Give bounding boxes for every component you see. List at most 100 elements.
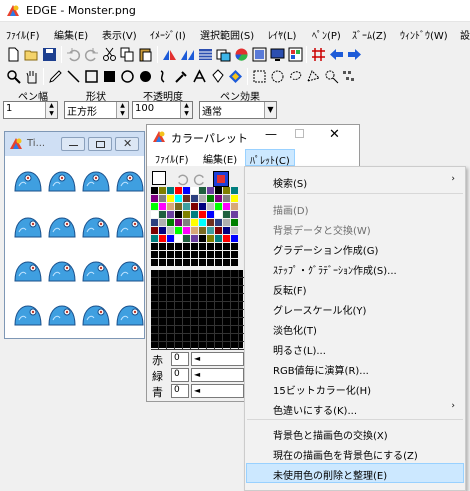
palette-empty-swatch[interactable] (199, 342, 207, 350)
palette-swatch[interactable] (215, 211, 222, 218)
palette-swatch[interactable] (215, 259, 222, 266)
menu-item-lighten[interactable]: 淡色化(T) (273, 322, 317, 337)
next-frame-button[interactable] (346, 46, 363, 63)
palette-swatch[interactable] (231, 243, 238, 250)
replace-color-tool[interactable] (227, 68, 244, 85)
blue-slider[interactable]: ◄ (191, 384, 244, 398)
palette-empty-swatch[interactable] (175, 318, 183, 326)
palette-swatch[interactable] (175, 195, 182, 202)
palette-toggle-button[interactable] (287, 46, 304, 63)
palette-swatch[interactable] (215, 203, 222, 210)
palette-swatch[interactable] (175, 235, 182, 242)
redo-icon[interactable] (193, 172, 207, 186)
palette-empty-swatch[interactable] (223, 334, 231, 342)
rect-tool[interactable] (83, 68, 100, 85)
magic-wand-tool[interactable] (323, 68, 340, 85)
menu-edit[interactable]: 編集(E) (54, 27, 88, 42)
palette-swatch[interactable] (175, 251, 182, 258)
menu-item-set-background[interactable]: 現在の描画色を背景色にする(Z) (273, 447, 418, 462)
palette-empty-swatch[interactable] (183, 310, 191, 318)
palette-swatch[interactable] (231, 211, 238, 218)
palette-empty-swatch[interactable] (223, 310, 231, 318)
minimize-icon[interactable]: — (265, 127, 277, 141)
cut-button[interactable] (101, 46, 118, 63)
palette-empty-swatch[interactable] (167, 286, 175, 294)
palette-empty-swatch[interactable] (231, 286, 239, 294)
palette-empty-swatch[interactable] (151, 278, 159, 286)
palette-empty-swatch[interactable] (207, 334, 215, 342)
pen-effect-select[interactable]: 通常 ▼ (199, 101, 277, 119)
palette-color-grid[interactable] (151, 187, 243, 273)
new-file-button[interactable] (5, 46, 22, 63)
palette-swatch[interactable] (215, 235, 222, 242)
view-button[interactable] (269, 46, 286, 63)
prev-frame-button[interactable] (328, 46, 345, 63)
menu-pen[interactable]: ﾍﾟﾝ(P) (312, 27, 341, 42)
palette-swatch[interactable] (191, 243, 198, 250)
palette-empty-swatch[interactable] (199, 270, 207, 278)
palette-empty-swatch[interactable] (199, 310, 207, 318)
palette-empty-swatch[interactable] (223, 326, 231, 334)
palette-swatch[interactable] (191, 235, 198, 242)
palette-swatch[interactable] (223, 259, 230, 266)
palette-empty-swatch[interactable] (207, 318, 215, 326)
palette-empty-swatch[interactable] (191, 310, 199, 318)
palette-empty-swatch[interactable] (151, 326, 159, 334)
palette-swatch[interactable] (223, 203, 230, 210)
palette-swatch[interactable] (207, 235, 214, 242)
palette-swatch[interactable] (207, 227, 214, 234)
maximize-icon[interactable] (295, 129, 304, 138)
palette-empty-swatch[interactable] (175, 342, 183, 350)
palette-swatch[interactable] (191, 251, 198, 258)
palette-swatch[interactable] (231, 187, 238, 194)
palette-swatch[interactable] (151, 219, 158, 226)
palette-swatch[interactable] (151, 195, 158, 202)
ellipse-tool[interactable] (119, 68, 136, 85)
pen-width-spinner[interactable]: 1 ▲ ▼ (3, 101, 58, 119)
palette-swatch[interactable] (167, 235, 174, 242)
palette-empty-swatch[interactable] (223, 318, 231, 326)
menu-item-invert[interactable]: 反転(F) (273, 282, 307, 297)
palette-swatch[interactable] (183, 235, 190, 242)
palette-empty-swatch[interactable] (231, 310, 239, 318)
palette-empty-swatch[interactable] (159, 286, 167, 294)
palette-empty-swatch[interactable] (215, 286, 223, 294)
palette-swatch[interactable] (231, 227, 238, 234)
palette-swatch[interactable] (167, 203, 174, 210)
palette-empty-swatch[interactable] (207, 270, 215, 278)
menu-window[interactable]: ｳｨﾝﾄﾞｳ(W) (400, 27, 448, 42)
palette-empty-swatch[interactable] (151, 318, 159, 326)
palette-empty-swatch[interactable] (215, 294, 223, 302)
palette-swatch[interactable] (199, 203, 206, 210)
redo-button[interactable] (83, 46, 100, 63)
palette-empty-swatch[interactable] (215, 318, 223, 326)
palette-swatch[interactable] (167, 211, 174, 218)
palette-empty-swatch[interactable] (199, 302, 207, 310)
palette-swatch[interactable] (151, 211, 158, 218)
mirror-button[interactable] (161, 46, 178, 63)
palette-menu-file[interactable]: ﾌｧｲﾙ(F) (155, 151, 189, 166)
palette-swatch[interactable] (215, 195, 222, 202)
palette-swatch[interactable] (159, 219, 166, 226)
undo-button[interactable] (65, 46, 82, 63)
menu-item-swap-colors[interactable]: 背景色と描画色の交換(X) (273, 427, 388, 442)
palette-empty-swatch[interactable] (223, 302, 231, 310)
fill-tool[interactable] (209, 68, 226, 85)
opacity-spinner[interactable]: 100 ▲ ▼ (132, 101, 193, 119)
palette-empty-swatch[interactable] (175, 286, 183, 294)
palette-empty-swatch[interactable] (231, 318, 239, 326)
palette-empty-swatch[interactable] (191, 270, 199, 278)
red-slider[interactable]: ◄ (191, 352, 244, 366)
palette-swatch[interactable] (199, 243, 206, 250)
chevron-down-icon[interactable]: ▼ (264, 102, 276, 118)
palette-empty-swatch[interactable] (207, 286, 215, 294)
palette-swatch[interactable] (159, 243, 166, 250)
red-value-field[interactable]: 0 (171, 352, 189, 366)
palette-swatch[interactable] (183, 195, 190, 202)
color-wheel-button[interactable] (233, 46, 250, 63)
palette-swatch[interactable] (207, 187, 214, 194)
filled-rect-tool[interactable] (101, 68, 118, 85)
palette-empty-swatch[interactable] (183, 326, 191, 334)
palette-empty-swatch[interactable] (159, 318, 167, 326)
palette-empty-swatch[interactable] (167, 326, 175, 334)
